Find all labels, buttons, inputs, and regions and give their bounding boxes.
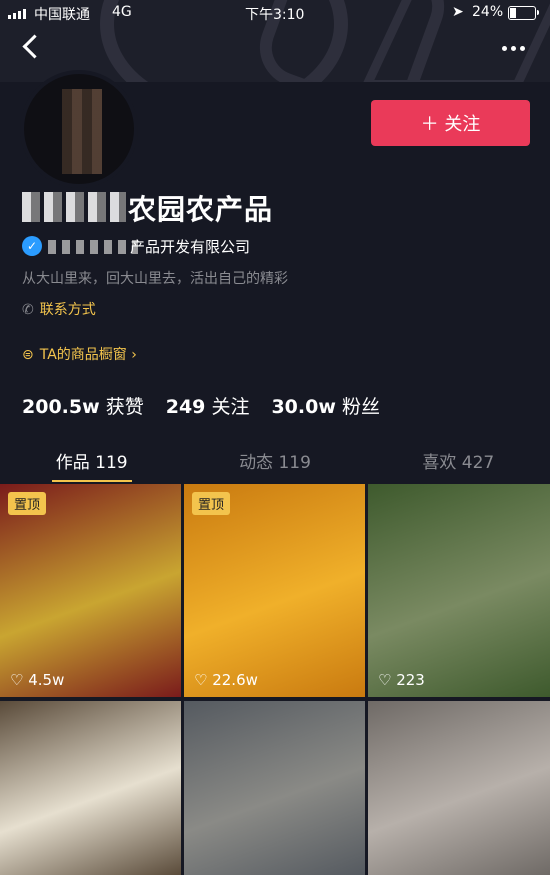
follow-button[interactable]: ＋ 关注 xyxy=(371,100,530,146)
signal-icon xyxy=(8,9,26,19)
likes-stat[interactable]: 200.5w 获赞 xyxy=(22,392,144,419)
video-tile[interactable] xyxy=(368,701,550,875)
company-name: 产品开发有限公司 xyxy=(130,238,251,256)
bio-text: 从大山里来，回大山里去，活出自己的精彩 xyxy=(22,271,288,287)
video-tile[interactable] xyxy=(184,701,365,875)
clock: 下午3:10 xyxy=(245,7,305,23)
profile-name: 农园农产品 xyxy=(128,193,274,226)
contact-link[interactable]: ✆ 联系方式 xyxy=(22,299,96,319)
shop-icon: ⊜ xyxy=(22,347,34,363)
video-like-count: ♡ 22.6w xyxy=(194,671,258,689)
video-tile[interactable]: 置顶 ♡ 22.6w xyxy=(184,484,365,697)
following-stat[interactable]: 249 关注 xyxy=(166,392,250,419)
video-like-count: ♡ 4.5w xyxy=(10,671,65,689)
battery-icon xyxy=(508,6,539,20)
stats-row: 200.5w 获赞 249 关注 30.0w 粉丝 xyxy=(22,392,380,419)
tab-posts[interactable]: 动态 119 xyxy=(183,440,366,480)
profile-tabs: 作品 119 动态 119 喜欢 427 xyxy=(0,440,550,482)
verified-icon: ✓ xyxy=(22,236,42,256)
company-redacted xyxy=(48,240,138,254)
phone-icon: ✆ xyxy=(22,302,34,318)
video-like-count: ♡ 223 xyxy=(378,671,425,689)
heart-icon: ♡ xyxy=(10,671,29,689)
heart-icon: ♡ xyxy=(378,671,397,689)
shop-window-link[interactable]: ⊜ TA的商品橱窗 › xyxy=(22,344,137,364)
pinned-badge: 置顶 xyxy=(192,492,231,515)
pinned-badge: 置顶 xyxy=(8,492,47,515)
more-options-icon[interactable] xyxy=(502,46,525,51)
contact-label: 联系方式 xyxy=(39,302,96,318)
network-label: 4G xyxy=(112,4,132,20)
video-tile[interactable] xyxy=(0,701,181,875)
avatar[interactable] xyxy=(20,70,138,188)
tab-likes[interactable]: 喜欢 427 xyxy=(367,440,550,480)
battery-percent: 24% xyxy=(472,4,504,20)
video-tile[interactable]: ♡ 223 xyxy=(368,484,550,697)
carrier-label: 中国联通 xyxy=(34,7,90,23)
followers-stat[interactable]: 30.0w 粉丝 xyxy=(271,392,380,419)
name-redacted xyxy=(22,192,126,222)
tab-works[interactable]: 作品 119 xyxy=(0,440,183,482)
video-tile[interactable]: 置顶 ♡ 4.5w xyxy=(0,484,181,697)
shop-label: TA的商品橱窗 › xyxy=(39,347,137,363)
location-icon: ➤ xyxy=(452,4,464,20)
heart-icon: ♡ xyxy=(194,671,213,689)
